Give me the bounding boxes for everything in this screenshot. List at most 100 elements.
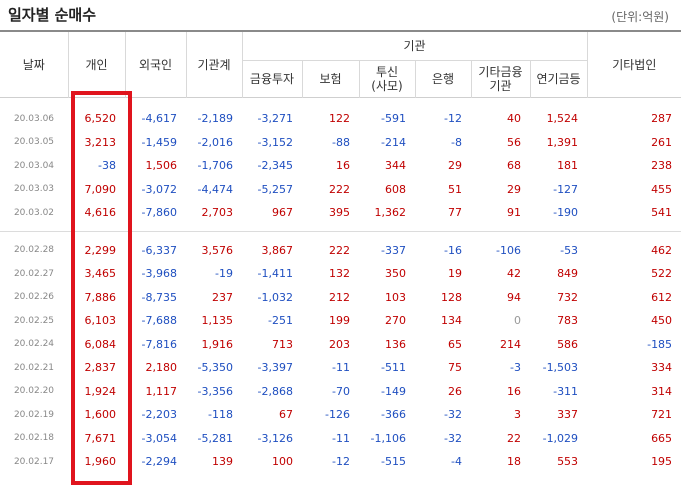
pension-cell: 849: [557, 267, 579, 281]
bank-cell: 19: [448, 267, 462, 281]
fin-cell: 3,867: [261, 243, 294, 257]
bank-cell: -12: [444, 112, 462, 126]
row-spacer-cell: [0, 231, 681, 239]
individual-cell: 1,600: [84, 408, 117, 422]
ins-cell: 199: [329, 314, 350, 328]
trust-cell: -1,106: [370, 431, 406, 445]
corp-cell: 450: [651, 314, 673, 328]
corp-cell: 721: [651, 408, 673, 422]
etc-cell: 68: [507, 159, 521, 173]
date-cell: 20.02.27: [13, 268, 55, 279]
trust-cell: -591: [381, 112, 406, 126]
trust-cell: 270: [385, 314, 406, 328]
corp-cell: 541: [651, 206, 673, 220]
table-row: 20.02.27 3,465 -3,968 -19 -1,411 132 350 19 42 84…: [0, 262, 681, 286]
etc-cell: 214: [500, 337, 521, 351]
individual-cell: 6,520: [84, 112, 117, 126]
foreign-cell: -6,337: [141, 243, 177, 257]
trust-cell: -366: [381, 408, 406, 422]
bank-cell: -32: [444, 408, 462, 422]
inst-cell: 1,135: [201, 314, 234, 328]
table-row: 20.02.26 7,886 -8,735 237 -1,032 212 103 128 94 7…: [0, 286, 681, 310]
etc-cell: 91: [507, 206, 521, 220]
pension-cell: -311: [553, 384, 579, 398]
foreign-cell: -2,203: [141, 408, 177, 422]
corp-cell: 287: [651, 112, 673, 126]
fin-cell: 967: [272, 206, 293, 220]
pension-cell: -190: [553, 206, 579, 220]
date-cell: 20.03.06: [13, 113, 55, 124]
foreign-cell: 1,506: [145, 159, 178, 173]
foreign-cell: -4,617: [141, 112, 177, 126]
bank-cell: 75: [448, 361, 462, 375]
date-cell: 20.03.05: [13, 137, 55, 148]
etc-cell: -106: [496, 243, 521, 257]
individual-cell: 6,084: [84, 337, 117, 351]
header-individual: 개인: [67, 31, 125, 98]
table-row: 20.02.24 6,084 -7,816 1,916 713 203 136 65 214 58…: [0, 333, 681, 357]
ins-cell: -12: [332, 455, 350, 469]
ins-cell: 222: [329, 182, 350, 196]
date-cell: 20.02.18: [13, 433, 55, 444]
corp-cell: 238: [651, 159, 673, 173]
table-row: 20.02.20 1,924 1,117 -3,356 -2,868 -70 -149 26 1…: [0, 380, 681, 404]
date-cell: 20.02.21: [13, 362, 55, 373]
pension-cell: 586: [557, 337, 579, 351]
foreign-cell: -8,735: [141, 290, 177, 304]
fin-cell: -251: [268, 314, 293, 328]
bank-cell: -8: [451, 135, 462, 149]
pension-cell: 1,524: [546, 112, 579, 126]
table-row: 20.03.06 6,520 -4,617 -2,189 -3,271 122 -591 -1…: [0, 107, 681, 131]
header-insurance: 보험: [301, 60, 359, 98]
foreign-cell: 2,180: [145, 361, 178, 375]
trust-cell: -337: [381, 243, 406, 257]
trust-cell: 1,362: [374, 206, 407, 220]
inst-cell: -2,016: [197, 135, 233, 149]
inst-cell: 139: [212, 455, 233, 469]
fin-cell: -5,257: [257, 182, 293, 196]
header-other-finance-sub: 기관: [489, 79, 512, 93]
corp-cell: 462: [651, 243, 673, 257]
header-trust: 투신 (사모): [358, 60, 415, 98]
fin-cell: 713: [272, 337, 293, 351]
ins-cell: -70: [332, 384, 350, 398]
unit-label: (단위:억원): [611, 10, 669, 24]
bank-cell: 77: [448, 206, 462, 220]
ins-cell: -11: [332, 431, 350, 445]
bank-cell: 128: [441, 290, 462, 304]
bank-cell: 65: [448, 337, 462, 351]
fin-cell: -3,397: [257, 361, 293, 375]
inst-cell: 2,703: [201, 206, 234, 220]
trust-cell: -515: [381, 455, 406, 469]
individual-cell: 1,924: [84, 384, 117, 398]
etc-cell: 29: [507, 182, 521, 196]
header-date: 날짜: [22, 57, 45, 72]
date-cell: 20.02.20: [13, 386, 55, 397]
corp-cell: 455: [651, 182, 673, 196]
header-finance-invest: 금융투자: [241, 60, 302, 98]
corp-cell: 665: [651, 431, 673, 445]
pension-cell: -53: [560, 243, 579, 257]
fin-cell: 67: [279, 408, 293, 422]
fin-cell: -2,868: [257, 384, 293, 398]
date-cell: 20.02.26: [13, 292, 55, 303]
inst-cell: -3,356: [197, 384, 233, 398]
ins-cell: -11: [332, 361, 350, 375]
table-row: 20.02.25 6,103 -7,688 1,135 -251 199 270 134 0 78…: [0, 309, 681, 333]
bank-cell: 29: [448, 159, 462, 173]
corp-cell: 612: [651, 290, 673, 304]
inst-cell: 3,576: [201, 243, 234, 257]
individual-cell: 6,103: [84, 314, 117, 328]
date-cell: 20.02.24: [13, 339, 55, 350]
etc-cell: 94: [507, 290, 521, 304]
ins-cell: 16: [336, 159, 350, 173]
table-row: 20.03.04 -38 1,506 -1,706 -2,345 16 344 29 68 181…: [0, 154, 681, 178]
ins-cell: 132: [329, 267, 350, 281]
etc-cell: 42: [507, 267, 521, 281]
table-row: 20.03.05 3,213 -1,459 -2,016 -3,152 -88 -214 -8…: [0, 131, 681, 155]
header-pension: 연기금등: [529, 60, 588, 98]
inst-cell: -118: [208, 408, 233, 422]
pension-cell: -1,029: [542, 431, 579, 445]
etc-cell: 18: [507, 455, 521, 469]
fin-cell: -3,152: [257, 135, 293, 149]
